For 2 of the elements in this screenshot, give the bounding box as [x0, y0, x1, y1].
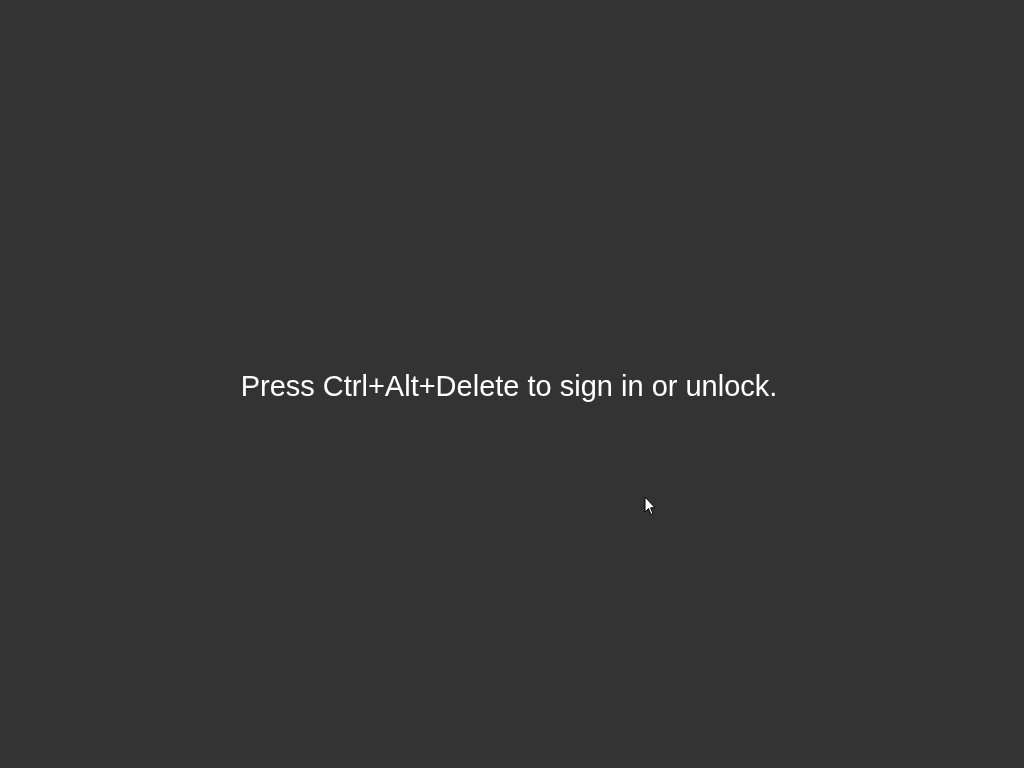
lock-screen-message: Press Ctrl+Alt+Delete to sign in or unlock. — [240, 369, 778, 404]
mouse-pointer-icon — [644, 496, 656, 516]
